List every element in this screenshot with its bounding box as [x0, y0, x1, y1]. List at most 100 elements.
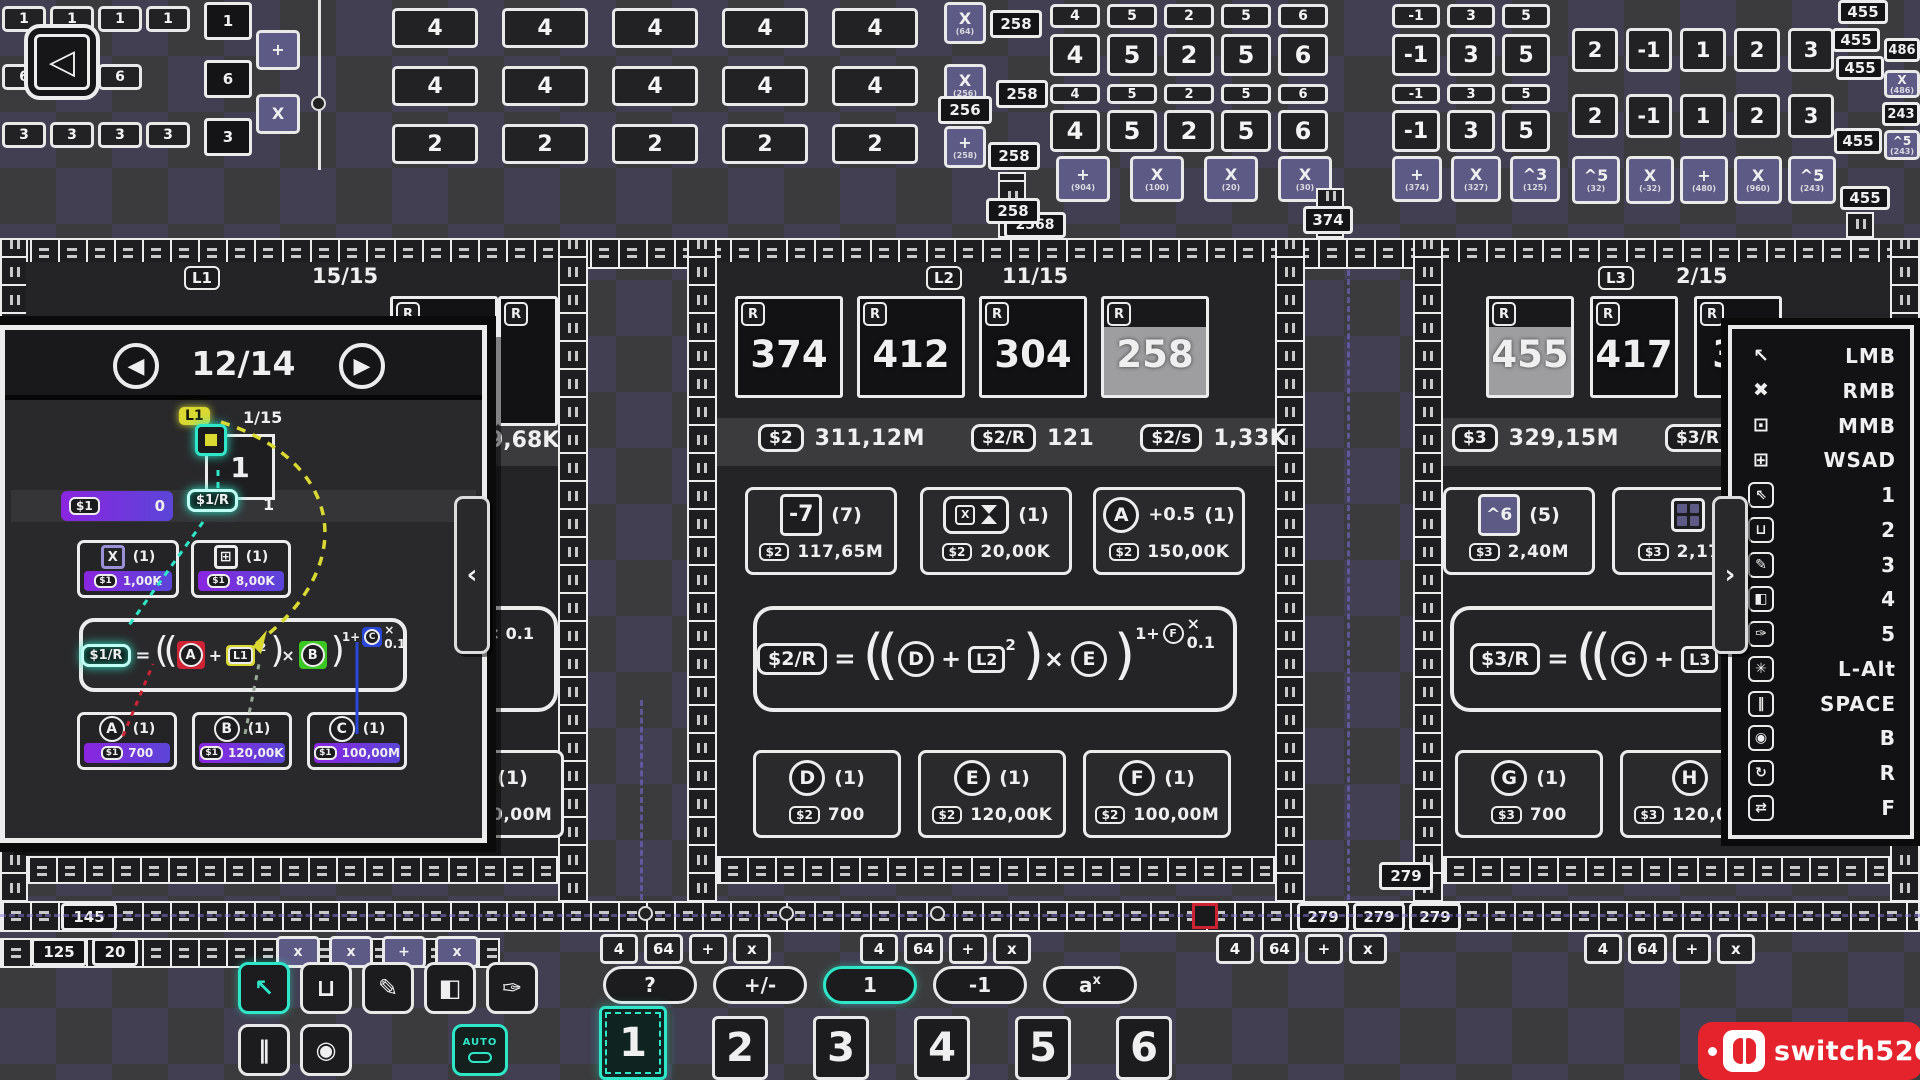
machine-grid-d-row1[interactable]: -135: [1392, 4, 1550, 28]
letter-upgrade-box[interactable]: E(1) $2120,00K: [918, 750, 1066, 838]
operator-column-b[interactable]: X(64)X(256)+(258): [944, 2, 986, 168]
number-key-button[interactable]: 2: [712, 1016, 768, 1080]
machine-grid-d-row4[interactable]: -135: [1392, 110, 1550, 152]
machine-cell[interactable]: 4: [612, 66, 698, 106]
machine-cell[interactable]: 2: [1734, 28, 1780, 72]
back-button[interactable]: ◁: [24, 24, 100, 100]
tool-button[interactable]: ✎: [362, 962, 414, 1014]
machine-grid-b-row2[interactable]: 44444: [392, 66, 918, 106]
machine-cell[interactable]: +: [1673, 934, 1711, 964]
machine-cell[interactable]: 6: [1278, 34, 1328, 76]
l2-register[interactable]: R304: [979, 296, 1087, 398]
machine-cell[interactable]: 2: [502, 124, 588, 164]
machine-cell[interactable]: 64: [1628, 934, 1667, 964]
machine-cell[interactable]: -1: [1392, 34, 1440, 76]
bottom-group[interactable]: 464+x: [1216, 934, 1387, 964]
overlay-collapse-tab[interactable]: ‹: [454, 496, 490, 654]
machine-cell[interactable]: x: [1349, 934, 1387, 964]
machine-cell[interactable]: 64: [904, 934, 943, 964]
letter-upgrade-box[interactable]: D(1) $2700: [753, 750, 901, 838]
operator-cell[interactable]: ^5(243): [1884, 130, 1920, 160]
machine-cell[interactable]: 5: [1221, 84, 1271, 104]
machine-grid-c-row4[interactable]: 45256: [1050, 110, 1328, 152]
operator-cell[interactable]: X(327): [1451, 156, 1501, 202]
value-pill-button[interactable]: 1: [823, 966, 917, 1004]
machine-grid-d-row2[interactable]: -135: [1392, 34, 1550, 76]
mini-selected-cell[interactable]: [195, 424, 227, 456]
sidebar-collapse-tab[interactable]: ›: [1712, 496, 1748, 654]
machine-cell[interactable]: 3: [146, 122, 190, 148]
machine-cell[interactable]: -1: [1392, 84, 1440, 104]
machine-grid-b-row3[interactable]: 22222: [392, 124, 918, 164]
operator-cell[interactable]: X: [256, 94, 300, 134]
auto-toggle-button[interactable]: AUTO: [452, 1024, 508, 1076]
machine-cell[interactable]: 2: [1734, 94, 1780, 138]
machine-cell[interactable]: 6: [1278, 84, 1328, 104]
value-pill-button[interactable]: +/-: [713, 966, 807, 1004]
machine-cell[interactable]: 4: [1050, 110, 1100, 152]
letter-upgrade-box[interactable]: A(1) $1700: [77, 712, 177, 770]
machine-cell[interactable]: 4: [1050, 4, 1100, 28]
value-pill-button[interactable]: ?: [603, 966, 697, 1004]
machine-cell[interactable]: 2: [1164, 84, 1214, 104]
machine-cell[interactable]: 6: [98, 64, 142, 90]
machine-cell[interactable]: 2: [612, 124, 698, 164]
machine-grid-c-row2[interactable]: 45256: [1050, 34, 1328, 76]
operator-cell[interactable]: X(20): [1204, 156, 1258, 202]
camera-button[interactable]: ◉: [300, 1024, 352, 1076]
l3-register[interactable]: R417: [1590, 296, 1678, 398]
machine-cell[interactable]: 3: [98, 122, 142, 148]
l3-upgrade-pow6[interactable]: ^6(5) $32,40M: [1443, 487, 1595, 575]
machine-cell[interactable]: 3: [1788, 28, 1834, 72]
machine-cell[interactable]: 5: [1502, 4, 1550, 28]
machine-cell[interactable]: x: [1717, 934, 1755, 964]
machine-cell[interactable]: 2: [1164, 34, 1214, 76]
operator-cell[interactable]: X(64): [944, 2, 986, 44]
machine-output-cell[interactable]: 3: [204, 118, 252, 156]
value-pill-button[interactable]: ax: [1043, 966, 1137, 1004]
machine-cell[interactable]: 2: [392, 124, 478, 164]
machine-cell[interactable]: 4: [392, 66, 478, 106]
machine-cell[interactable]: 64: [644, 934, 683, 964]
number-key-button[interactable]: 1: [599, 1006, 667, 1080]
number-key-button[interactable]: 4: [914, 1016, 970, 1080]
machine-cell[interactable]: 4: [392, 8, 478, 48]
machine-cell[interactable]: 4: [722, 8, 808, 48]
machine-cell[interactable]: 5: [1502, 110, 1550, 152]
machine-cell[interactable]: 1: [146, 6, 190, 32]
prev-page-button[interactable]: ◀: [113, 343, 159, 389]
pause-button[interactable]: ‖: [238, 1024, 290, 1076]
bottom-group[interactable]: 464+x: [600, 934, 771, 964]
machine-cell[interactable]: -1: [1626, 28, 1672, 72]
next-page-button[interactable]: ▶: [339, 343, 385, 389]
machine-cell[interactable]: 4: [1050, 84, 1100, 104]
letter-upgrade-box[interactable]: F(1) $2100,00M: [1083, 750, 1231, 838]
tool-button[interactable]: ✑: [486, 962, 538, 1014]
machine-grid-b-row1[interactable]: 44444: [392, 8, 918, 48]
machine-cell[interactable]: x: [993, 934, 1031, 964]
machine-grid-c-row1[interactable]: 45256: [1050, 4, 1328, 28]
tool-button[interactable]: ↖: [238, 962, 290, 1014]
l2-upgrade-minus7[interactable]: -7(7) $2117,65M: [745, 487, 897, 575]
machine-cell[interactable]: 1: [98, 6, 142, 32]
machine-cell[interactable]: -1: [1626, 94, 1672, 138]
machine-cell[interactable]: 3: [1447, 34, 1495, 76]
machine-cell[interactable]: 1: [1680, 28, 1726, 72]
machine-cell[interactable]: -1: [1392, 110, 1440, 152]
machine-output-cell[interactable]: 6: [204, 60, 252, 98]
machine-cell[interactable]: 5: [1107, 34, 1157, 76]
machine-cell[interactable]: 4: [832, 66, 918, 106]
bottom-group[interactable]: 464+x: [860, 934, 1031, 964]
l3-register[interactable]: R455: [1486, 296, 1574, 398]
operator-cell[interactable]: +(374): [1392, 156, 1442, 202]
operator-cell[interactable]: +(904): [1056, 156, 1110, 202]
bottom-group[interactable]: 464+x: [1584, 934, 1755, 964]
machine-cell[interactable]: 6: [1278, 110, 1328, 152]
machine-grid-a-row3[interactable]: 3333: [2, 122, 190, 148]
operator-cell[interactable]: ^5(243): [1788, 156, 1836, 204]
machine-cell[interactable]: 5: [1107, 4, 1157, 28]
machine-grid-c-row3[interactable]: 45256: [1050, 84, 1328, 104]
machine-cell[interactable]: 2: [1164, 110, 1214, 152]
mini-upgrade-grid[interactable]: ⊞(1) $18,00K: [191, 540, 291, 598]
number-key-button[interactable]: 3: [813, 1016, 869, 1080]
